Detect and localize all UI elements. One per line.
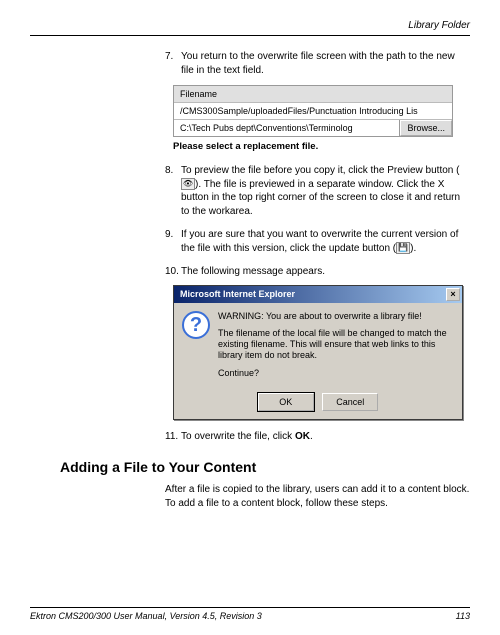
footer-rule xyxy=(30,607,470,608)
ok-button[interactable]: OK xyxy=(258,393,314,411)
question-icon: ? xyxy=(182,311,210,339)
cancel-button[interactable]: Cancel xyxy=(322,393,378,411)
step-text-a: To preview the file before you copy it, … xyxy=(181,165,459,176)
step-text-a: If you are sure that you want to overwri… xyxy=(181,229,458,254)
step-9: 9. If you are sure that you want to over… xyxy=(165,228,470,255)
preview-icon: 👁 xyxy=(181,178,195,190)
step-number: 11. xyxy=(165,430,178,444)
filename-input[interactable]: C:\Tech Pubs dept\Conventions\Terminolog xyxy=(174,120,400,136)
step-text-b: ). The file is previewed in a separate w… xyxy=(181,179,460,217)
step-8: 8. To preview the file before you copy i… xyxy=(165,164,470,218)
filename-panel: Filename /CMS300Sample/uploadedFiles/Pun… xyxy=(173,85,453,137)
step-number: 7. xyxy=(165,50,173,64)
filename-path-readonly: /CMS300Sample/uploadedFiles/Punctuation … xyxy=(174,103,452,120)
ie-dialog: Microsoft Internet Explorer × ? WARNING:… xyxy=(173,285,463,420)
page-footer: Ektron CMS200/300 User Manual, Version 4… xyxy=(30,607,470,621)
dialog-message: WARNING: You are about to overwrite a li… xyxy=(218,311,454,385)
section-heading: Adding a File to Your Content xyxy=(60,459,470,475)
step-text-a: To overwrite the file, click xyxy=(181,431,295,442)
step-number: 8. xyxy=(165,164,173,178)
dialog-line1: WARNING: You are about to overwrite a li… xyxy=(218,311,454,322)
page-number: 113 xyxy=(456,611,470,621)
ok-text: OK xyxy=(295,431,310,442)
running-header: Library Folder xyxy=(30,20,470,31)
step-number: 10. xyxy=(165,265,179,279)
header-rule xyxy=(30,35,470,36)
step-text-b: . xyxy=(310,431,313,442)
step-11: 11. To overwrite the file, click OK. xyxy=(165,430,470,444)
step-7: 7. You return to the overwrite file scre… xyxy=(165,50,470,154)
step-10: 10. The following message appears. Micro… xyxy=(165,265,470,420)
dialog-title: Microsoft Internet Explorer xyxy=(180,288,295,300)
step-text: The following message appears. xyxy=(181,266,325,277)
update-icon: 💾 xyxy=(396,242,410,254)
dialog-line2: The filename of the local file will be c… xyxy=(218,328,454,362)
step-text: You return to the overwrite file screen … xyxy=(181,51,455,76)
dialog-close-button[interactable]: × xyxy=(446,288,460,301)
section-paragraph: After a file is copied to the library, u… xyxy=(30,483,470,511)
step-number: 9. xyxy=(165,228,173,242)
filename-header: Filename xyxy=(174,86,452,103)
browse-button[interactable]: Browse... xyxy=(400,120,452,136)
dialog-titlebar: Microsoft Internet Explorer × xyxy=(174,286,462,303)
footer-left: Ektron CMS200/300 User Manual, Version 4… xyxy=(30,611,262,621)
dialog-line3: Continue? xyxy=(218,368,454,379)
select-replacement-label: Please select a replacement file. xyxy=(173,141,470,154)
step-text-b: ). xyxy=(410,243,416,254)
